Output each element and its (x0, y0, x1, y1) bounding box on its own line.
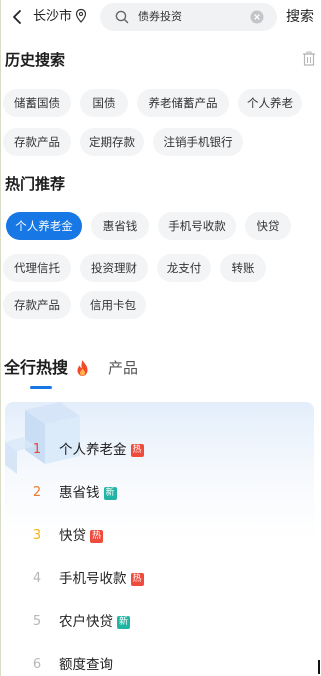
top-bar: 长沙市 债券投资 搜索 (0, 0, 322, 36)
hot-chip[interactable]: 投资理财 (80, 254, 148, 282)
fire-icon (77, 360, 88, 376)
ranking-row[interactable]: 2 惠省钱新 (5, 478, 314, 508)
trash-icon[interactable] (302, 51, 316, 66)
history-title: 历史搜索 (5, 51, 66, 69)
ranking-item: 惠省钱新 (59, 483, 117, 503)
search-icon (115, 10, 129, 24)
ranking-item: 个人养老金热 (59, 440, 144, 460)
location-pin-icon[interactable] (75, 8, 87, 24)
ranking-item-name: 手机号收款 (59, 571, 127, 587)
hot-chip[interactable]: 代理信托 (3, 254, 71, 282)
ranking-row[interactable]: 4 手机号收款热 (5, 564, 314, 594)
ranking-row[interactable]: 1 个人养老金热 (5, 435, 314, 465)
text-cursor (318, 660, 320, 674)
rank-number: 1 (32, 442, 42, 457)
ranking-item: 快贷热 (59, 526, 104, 546)
search-button[interactable]: 搜索 (286, 8, 314, 26)
ranking-item-name: 个人养老金 (59, 442, 127, 458)
tab-hot-search[interactable]: 全行热搜 (4, 357, 68, 379)
hot-title: 热门推荐 (5, 175, 66, 193)
ranking-item: 农户快贷新 (59, 612, 131, 632)
clear-icon[interactable] (250, 10, 264, 24)
new-badge: 新 (117, 616, 131, 629)
ranking-item-name: 快贷 (59, 528, 86, 544)
rank-number: 5 (32, 614, 42, 629)
ranking-item: 额度查询 (59, 655, 113, 675)
search-box[interactable]: 债券投资 (100, 3, 277, 31)
tab-products[interactable]: 产品 (108, 358, 138, 378)
history-chip[interactable]: 养老储蓄产品 (137, 89, 229, 117)
rank-number: 2 (32, 485, 42, 500)
history-chip[interactable]: 个人养老 (238, 89, 302, 117)
ranking-item: 手机号收款热 (59, 569, 144, 589)
hot-chip[interactable]: 存款产品 (3, 291, 71, 319)
hot-chip[interactable]: 信用卡包 (80, 291, 146, 319)
tab-active-indicator (30, 386, 52, 389)
rank-number: 6 (32, 657, 42, 672)
ranking-item-name: 农户快贷 (59, 614, 113, 630)
history-chip[interactable]: 存款产品 (3, 128, 71, 156)
hot-badge: 热 (90, 530, 104, 543)
rank-number: 4 (32, 571, 42, 586)
history-chip[interactable]: 储蓄国债 (3, 89, 71, 117)
history-chip[interactable]: 注销手机银行 (153, 128, 243, 156)
city-selector[interactable]: 长沙市 (33, 9, 72, 25)
hot-chip[interactable]: 快贷 (245, 212, 291, 240)
ranking-row[interactable]: 5 农户快贷新 (5, 607, 314, 637)
rank-number: 3 (32, 528, 42, 543)
hot-chip[interactable]: 转账 (220, 254, 266, 282)
hot-chip-active[interactable]: 个人养老金 (6, 212, 82, 240)
ranking-row[interactable]: 6 额度查询 (5, 650, 314, 676)
ranking-item-name: 惠省钱 (59, 485, 100, 501)
history-chip[interactable]: 定期存款 (80, 128, 144, 156)
hot-ranking-panel: 1 个人养老金热 2 惠省钱新 3 快贷热 4 手机号收款热 5 农户快贷新 6… (5, 402, 314, 676)
frame-border-left (0, 0, 1, 676)
hot-chip[interactable]: 惠省钱 (91, 212, 149, 240)
hot-badge: 热 (130, 444, 144, 457)
hot-badge: 热 (130, 573, 144, 586)
ranking-row[interactable]: 3 快贷热 (5, 521, 314, 551)
ranking-item-name: 额度查询 (59, 657, 113, 673)
hot-chip[interactable]: 龙支付 (157, 254, 211, 282)
search-input[interactable]: 债券投资 (138, 9, 182, 25)
history-chip[interactable]: 国债 (80, 89, 128, 117)
new-badge: 新 (103, 487, 117, 500)
back-arrow-icon[interactable] (10, 9, 24, 25)
hot-chip[interactable]: 手机号收款 (158, 212, 236, 240)
